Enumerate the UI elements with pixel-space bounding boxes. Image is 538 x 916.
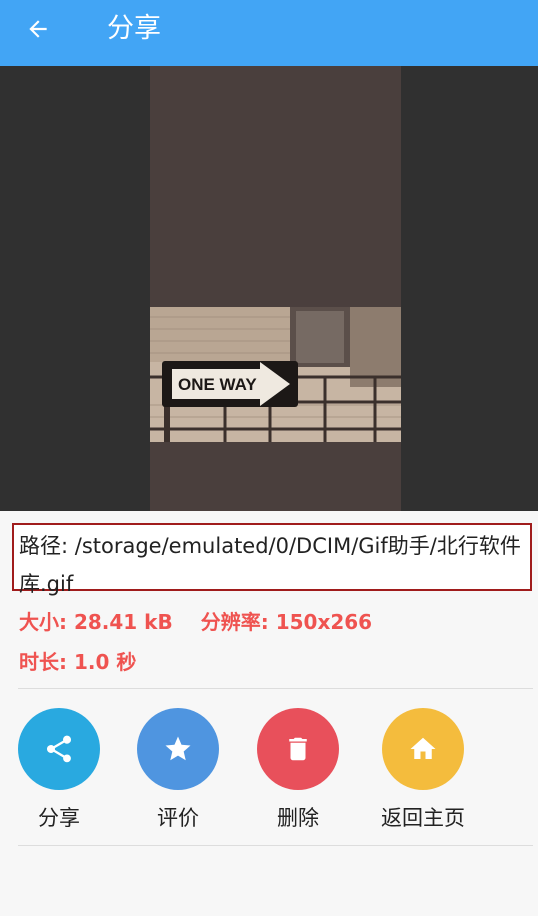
home-label: 返回主页 xyxy=(381,806,465,830)
trash-icon xyxy=(289,737,307,761)
gif-image: ONE WAY xyxy=(150,307,401,442)
share-button[interactable]: 分享 xyxy=(9,708,109,832)
share-circle xyxy=(18,708,100,790)
rate-label: 评价 xyxy=(157,806,199,830)
gif-preview: ONE WAY xyxy=(0,66,538,511)
page-title: 分享 xyxy=(107,13,161,44)
divider-bottom xyxy=(18,845,533,846)
delete-circle xyxy=(257,708,339,790)
sign-text: ONE WAY xyxy=(178,375,257,394)
gif-canvas xyxy=(150,66,401,511)
rate-circle xyxy=(137,708,219,790)
size-resolution-line: 大小: 28.41 kB 分辨率: 150x266 xyxy=(19,606,372,635)
rate-button[interactable]: 评价 xyxy=(128,708,228,832)
share-label: 分享 xyxy=(38,806,80,830)
file-path-box: 路径: /storage/emulated/0/DCIM/Gif助手/北行软件库… xyxy=(12,523,532,596)
home-button[interactable]: 返回主页 xyxy=(373,708,473,832)
delete-button[interactable]: 删除 xyxy=(248,708,348,832)
file-duration: 时长: 1.0 秒 xyxy=(19,650,137,674)
home-circle xyxy=(382,708,464,790)
back-button[interactable] xyxy=(18,9,58,49)
divider xyxy=(18,688,533,689)
file-size: 大小: 28.41 kB xyxy=(19,610,173,634)
file-resolution: 分辨率: 150x266 xyxy=(200,610,373,634)
file-path: 路径: /storage/emulated/0/DCIM/Gif助手/北行软件库… xyxy=(19,534,521,596)
delete-label: 删除 xyxy=(277,806,319,830)
star-icon xyxy=(165,736,191,761)
share-icon xyxy=(47,735,72,763)
home-icon xyxy=(410,737,436,759)
arrow-left-icon xyxy=(29,20,47,38)
app-bar: 分享 xyxy=(0,0,538,66)
